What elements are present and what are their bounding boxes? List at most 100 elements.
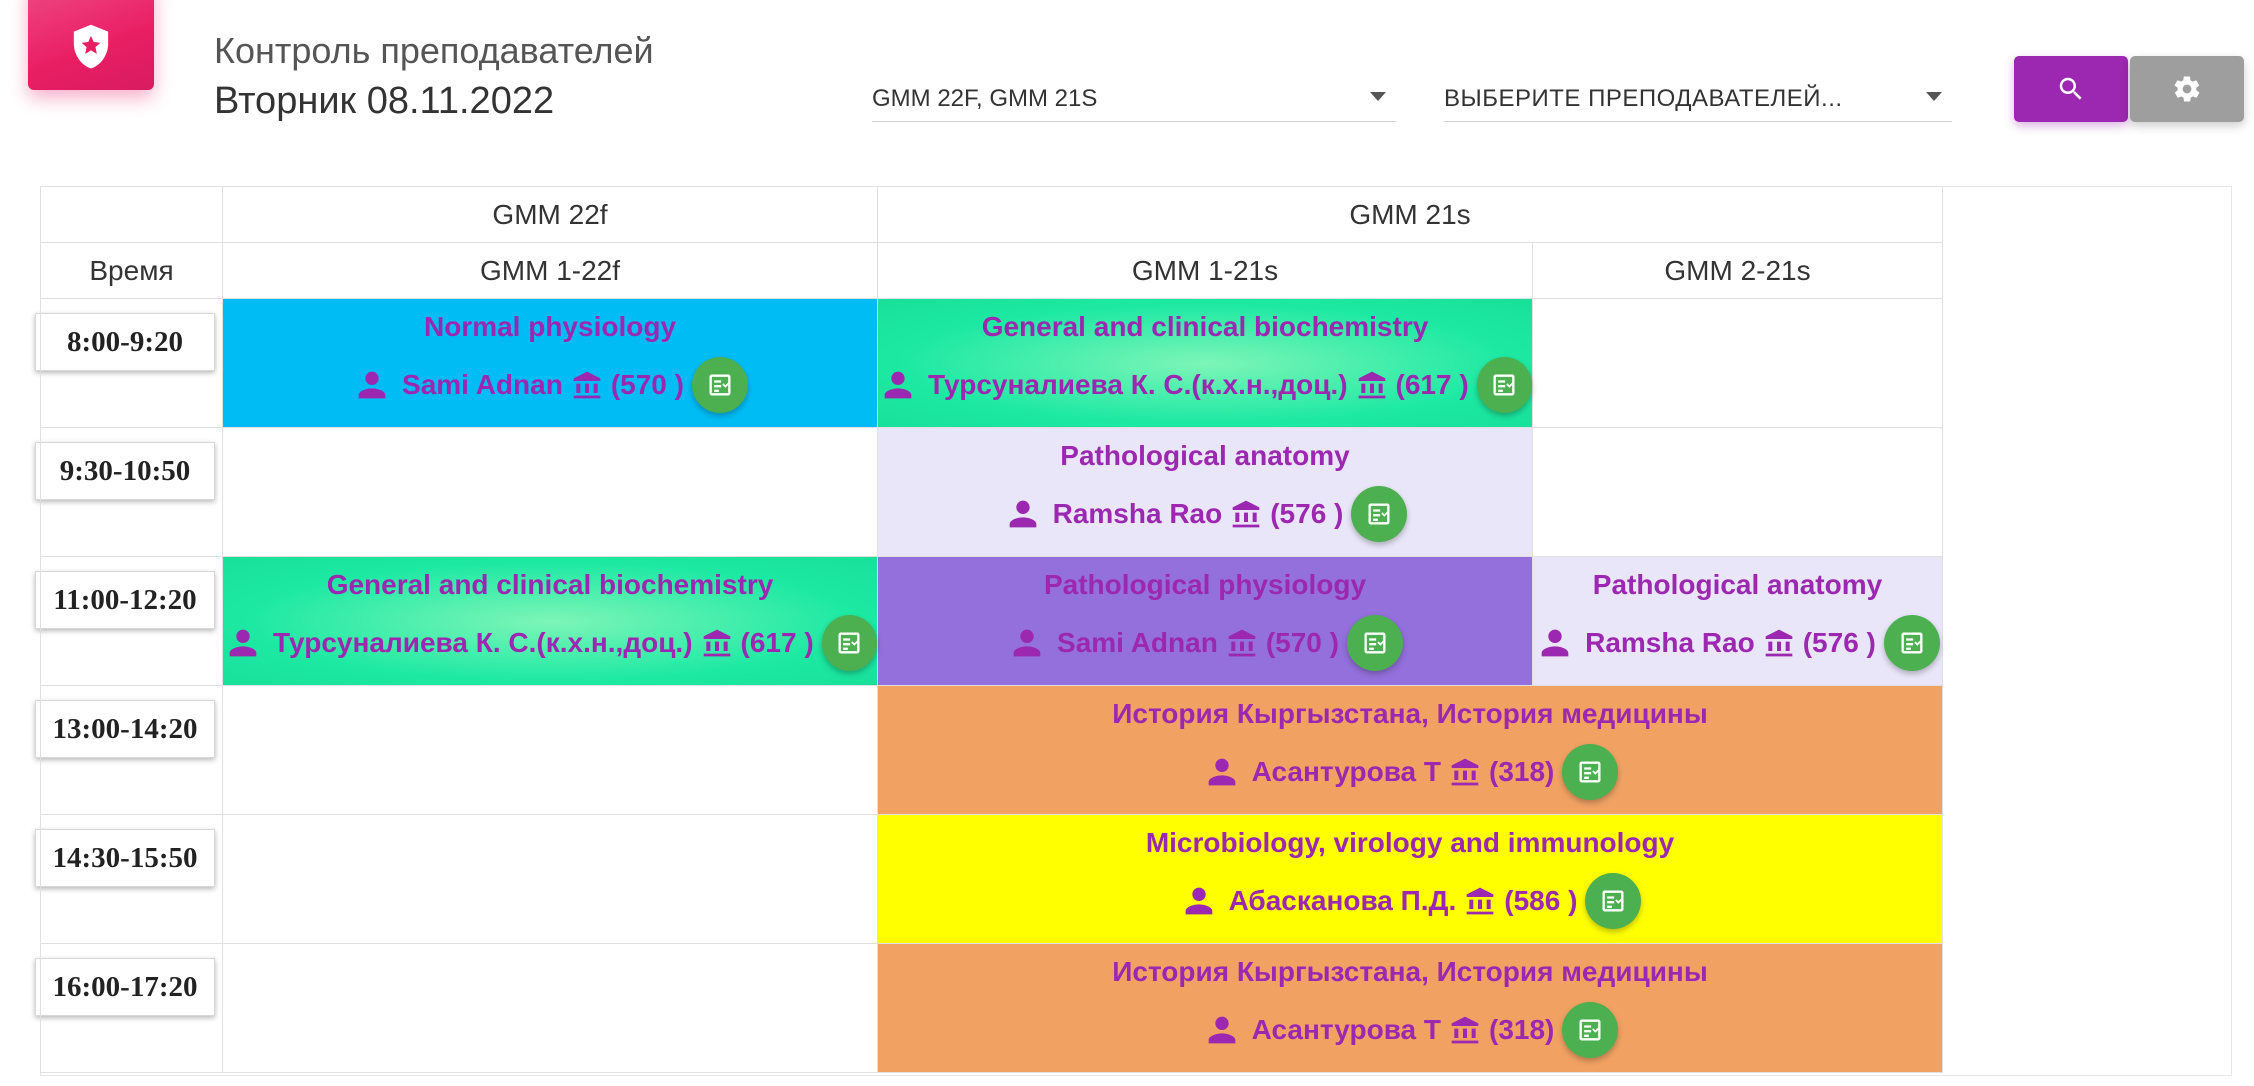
lesson-teacher: Ramsha Rao bbox=[1585, 627, 1755, 658]
empty-cell bbox=[1531, 427, 1944, 557]
bank-icon bbox=[701, 627, 733, 659]
lesson-subject: Pathological physiology bbox=[1043, 569, 1367, 600]
empty-cell bbox=[222, 814, 878, 944]
time-slot: 8:00-9:20 bbox=[35, 313, 215, 371]
time-column-header: Время bbox=[40, 242, 223, 299]
search-icon bbox=[2059, 77, 2082, 100]
time-slot: 14:30-15:50 bbox=[35, 829, 215, 887]
lesson-cell: Pathological anatomy Ramsha Rao (576 ) bbox=[1531, 556, 1944, 686]
bank-icon bbox=[1356, 369, 1388, 401]
lesson-teacher: Турсуналиева К. С.(к.х.н.,доц.) bbox=[928, 369, 1348, 400]
gear-icon bbox=[2174, 76, 2200, 102]
empty-cell bbox=[1531, 298, 1944, 428]
time-slot: 13:00-14:20 bbox=[35, 700, 215, 758]
journal-button[interactable] bbox=[1351, 486, 1408, 542]
table-row: 8:00-9:20 Normal physiology Sami Adnan (… bbox=[35, 298, 1944, 428]
bank-icon bbox=[1230, 498, 1262, 530]
chevron-down-icon bbox=[1370, 92, 1386, 101]
person-icon bbox=[352, 365, 392, 405]
teachers-select[interactable]: ВЫБЕРИТЕ ПРЕПОДАВАТЕЛЕЙ... bbox=[1444, 76, 1952, 122]
subgroup-header-1-22f: GMM 1-22f bbox=[222, 242, 878, 299]
lesson-room: (617 ) bbox=[1395, 369, 1469, 400]
lesson-room: (576 ) bbox=[1802, 627, 1876, 658]
person-icon bbox=[1535, 623, 1575, 663]
lesson-teacher: Асантурова Т bbox=[1251, 756, 1441, 787]
teachers-select-placeholder: ВЫБЕРИТЕ ПРЕПОДАВАТЕЛЕЙ... bbox=[1444, 84, 1843, 112]
bank-icon bbox=[1226, 627, 1258, 659]
journal-button[interactable] bbox=[691, 357, 748, 413]
lesson-subject: General and clinical biochemistry bbox=[326, 569, 774, 600]
lesson-room: (586 ) bbox=[1504, 885, 1578, 916]
journal-button[interactable] bbox=[1476, 357, 1532, 413]
page-title: Контроль преподавателей bbox=[214, 30, 654, 71]
settings-button[interactable] bbox=[2130, 56, 2244, 122]
person-icon bbox=[1003, 494, 1043, 534]
journal-button[interactable] bbox=[1585, 873, 1642, 929]
journal-button[interactable] bbox=[1346, 615, 1403, 671]
bank-icon bbox=[1449, 1014, 1481, 1046]
journal-button[interactable] bbox=[821, 615, 877, 671]
lesson-room: (318) bbox=[1489, 756, 1555, 787]
empty-cell bbox=[222, 427, 878, 557]
empty-cell bbox=[222, 943, 878, 1073]
person-icon bbox=[878, 365, 918, 405]
lesson-room: (570 ) bbox=[1265, 627, 1339, 658]
checklist-icon bbox=[1365, 500, 1393, 528]
checklist-icon bbox=[1490, 371, 1518, 399]
time-slot: 9:30-10:50 bbox=[35, 442, 215, 500]
lesson-teacher: Асантурова Т bbox=[1251, 1014, 1441, 1045]
groups-select[interactable]: GMM 22F, GMM 21S bbox=[872, 76, 1396, 122]
lesson-teacher: Абасканова П.Д. bbox=[1228, 885, 1457, 916]
header-empty-cell bbox=[40, 186, 223, 243]
lesson-cell: История Кыргызстана, История медицины Ас… bbox=[876, 943, 1944, 1073]
lesson-teacher: Sami Adnan bbox=[1057, 627, 1218, 658]
journal-button[interactable] bbox=[1883, 615, 1940, 671]
chevron-down-icon bbox=[1926, 92, 1942, 101]
lesson-teacher: Ramsha Rao bbox=[1052, 498, 1223, 529]
table-row: 11:00-12:20 General and clinical biochem… bbox=[35, 556, 1944, 686]
checklist-icon bbox=[1898, 629, 1926, 657]
time-slot: 16:00-17:20 bbox=[35, 958, 215, 1016]
person-icon bbox=[1202, 1010, 1242, 1050]
checklist-icon bbox=[1576, 758, 1604, 786]
person-icon bbox=[1202, 752, 1242, 792]
lesson-room: (617 ) bbox=[740, 627, 814, 658]
lesson-subject: Pathological anatomy bbox=[1592, 569, 1883, 600]
person-icon bbox=[1179, 881, 1219, 921]
lesson-cell: История Кыргызстана, История медицины Ас… bbox=[876, 685, 1944, 815]
checklist-icon bbox=[1361, 629, 1389, 657]
journal-button[interactable] bbox=[1562, 1002, 1619, 1058]
groups-select-value: GMM 22F, GMM 21S bbox=[872, 84, 1098, 112]
lesson-cell: Microbiology, virology and immunology Аб… bbox=[876, 814, 1944, 944]
lesson-subject: Microbiology, virology and immunology bbox=[1145, 827, 1675, 858]
checklist-icon bbox=[1576, 1016, 1604, 1044]
shield-star-icon bbox=[73, 24, 109, 69]
bank-icon bbox=[1449, 756, 1481, 788]
group-header-gmm21s: GMM 21s bbox=[876, 186, 1944, 243]
journal-button[interactable] bbox=[1562, 744, 1619, 800]
group-header-gmm22f: GMM 22f bbox=[222, 186, 878, 243]
table-row: 9:30-10:50 Pathological anatomy Ramsha R… bbox=[35, 427, 1944, 557]
checklist-icon bbox=[835, 629, 863, 657]
page-date: Вторник 08.11.2022 bbox=[214, 80, 555, 122]
table-row: 13:00-14:20 История Кыргызстана, История… bbox=[35, 685, 1944, 815]
subgroup-header-2-21s: GMM 2-21s bbox=[1531, 242, 1944, 299]
time-slot: 11:00-12:20 bbox=[35, 571, 215, 629]
schedule-table: GMM 22f GMM 21s Время GMM 1-22f GMM 1-21… bbox=[35, 186, 1944, 1073]
table-row: 16:00-17:20 История Кыргызстана, История… bbox=[35, 943, 1944, 1073]
checklist-icon bbox=[1599, 887, 1627, 915]
lesson-subject: История Кыргызстана, История медицины bbox=[1112, 956, 1708, 987]
table-row: 14:30-15:50 Microbiology, virology and i… bbox=[35, 814, 1944, 944]
app-logo bbox=[28, 0, 154, 90]
person-icon bbox=[1007, 623, 1047, 663]
lesson-subject: История Кыргызстана, История медицины bbox=[1112, 698, 1708, 729]
search-button[interactable] bbox=[2014, 56, 2128, 122]
bank-icon bbox=[1464, 885, 1496, 917]
lesson-room: (318) bbox=[1489, 1014, 1555, 1045]
lesson-cell: Pathological anatomy Ramsha Rao (576 ) bbox=[877, 427, 1533, 557]
person-icon bbox=[223, 623, 263, 663]
lesson-subject: General and clinical biochemistry bbox=[981, 311, 1429, 342]
subgroup-header-1-21s: GMM 1-21s bbox=[877, 242, 1533, 299]
lesson-cell: General and clinical biochemistry Турсун… bbox=[222, 556, 878, 686]
lesson-subject: Pathological anatomy bbox=[1060, 440, 1350, 471]
